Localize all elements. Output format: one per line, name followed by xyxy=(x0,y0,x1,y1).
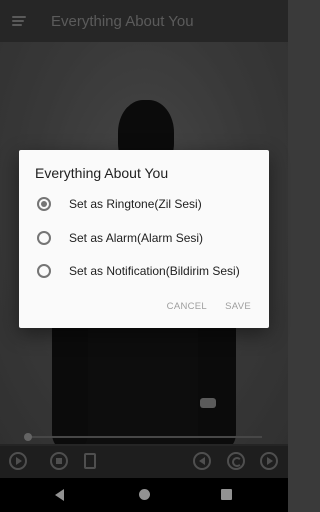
set-sound-dialog: Everything About You Set as Ringtone(Zil… xyxy=(19,150,269,328)
option-ringtone[interactable]: Set as Ringtone(Zil Sesi) xyxy=(19,189,269,219)
option-ringtone-label: Set as Ringtone(Zil Sesi) xyxy=(69,197,202,211)
cancel-button[interactable]: CANCEL xyxy=(165,297,209,316)
option-notification[interactable]: Set as Notification(Bildirim Sesi) xyxy=(19,256,269,286)
save-button[interactable]: SAVE xyxy=(223,297,253,316)
radio-ringtone[interactable] xyxy=(37,197,51,211)
option-alarm-label: Set as Alarm(Alarm Sesi) xyxy=(69,231,204,245)
option-alarm[interactable]: Set as Alarm(Alarm Sesi) xyxy=(19,223,269,253)
radio-alarm[interactable] xyxy=(37,231,51,245)
radio-notification[interactable] xyxy=(37,264,51,278)
dialog-title: Everything About You xyxy=(35,165,169,181)
option-notification-label: Set as Notification(Bildirim Sesi) xyxy=(69,264,240,278)
